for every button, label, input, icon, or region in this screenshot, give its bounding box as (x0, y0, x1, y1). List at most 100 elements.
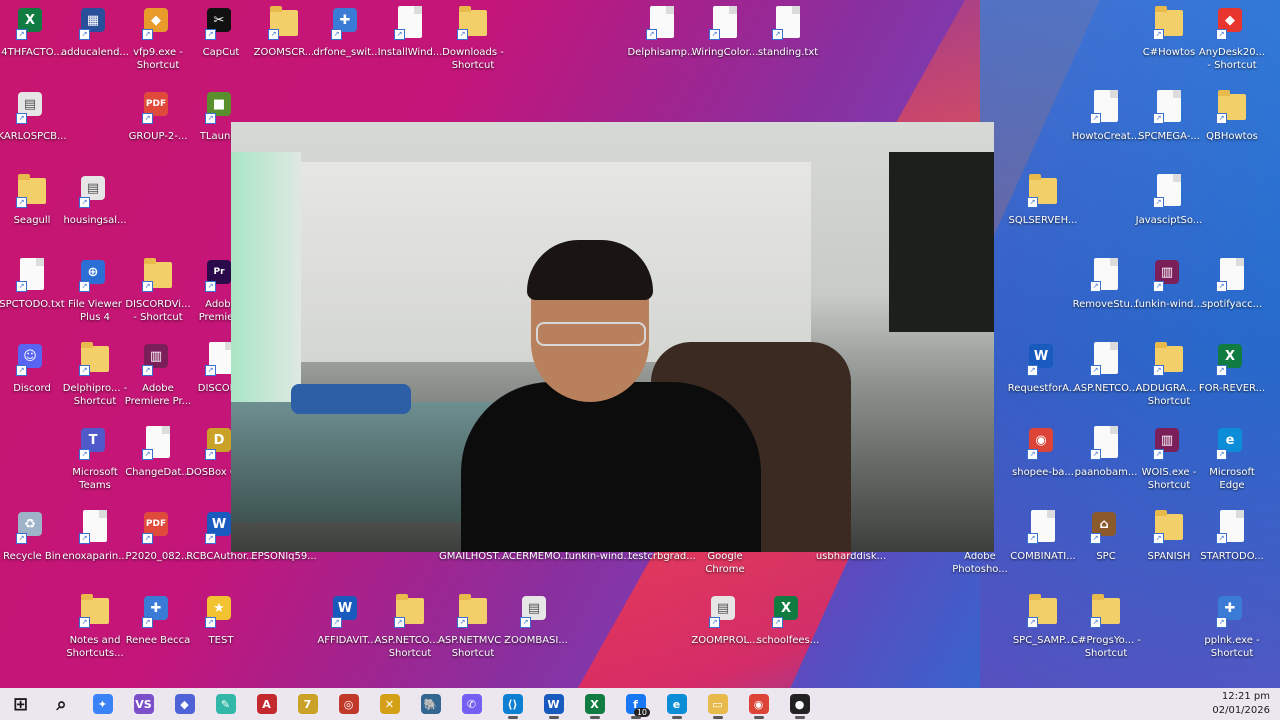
desktop-icon[interactable]: ↗ ADDUGRA... - Shortcut (1136, 338, 1202, 420)
desktop-icon[interactable]: T ↗ Microsoft Teams (63, 422, 127, 504)
notification-badge: 10 (633, 708, 650, 717)
teams-icon: T ↗ (79, 426, 111, 462)
chrome-icon-glyph: ◉ (748, 694, 769, 714)
desktop-icon[interactable]: e ↗ Microsoft Edge (1200, 422, 1264, 504)
desktop-icon[interactable]: ↗ SPCTODO.txt (0, 254, 65, 336)
desktop-icon[interactable]: ▤ ↗ ZOOMBASI... (504, 590, 568, 672)
desktop-icon[interactable]: ⊕ ↗ File Viewer Plus 4 (63, 254, 127, 336)
desktop-icon[interactable]: ✂ ↗ CapCut (189, 2, 253, 84)
desktop-icon[interactable]: ↗ SPANISH (1137, 506, 1201, 588)
desktop-icon[interactable]: ↗ SPC_SAMP... (1011, 590, 1075, 672)
desktop-icon[interactable]: ↗ InstallWind... (378, 2, 442, 84)
chrome-icon[interactable]: ◉ (738, 688, 779, 720)
desktop-icon[interactable]: ▤ ↗ KARLOSPCB... (0, 86, 67, 168)
desktop-icon[interactable]: W ↗ RequestforA... (1008, 338, 1078, 420)
search-icon[interactable]: ⌕ (41, 688, 82, 720)
desktop-icon[interactable]: ↗ ZOOMSCR... (252, 2, 316, 84)
desktop-icon[interactable]: ↗ JavasciptSo... (1136, 170, 1202, 252)
desktop-icon[interactable]: ✚ ↗ pplnk.exe - Shortcut (1200, 590, 1264, 672)
desktop-icon[interactable]: ▥ ↗ Adobe Premiere Pr... (125, 338, 191, 420)
app-icon[interactable]: ◆ (164, 688, 205, 720)
desktop-icon[interactable]: ↗ Delphisamp... (627, 2, 697, 84)
shortcut-arrow-icon: ↗ (1090, 113, 1101, 124)
app-icon[interactable]: ✎ (205, 688, 246, 720)
desktop-icon-label: Downloads - Shortcut (442, 47, 504, 71)
desktop-icon[interactable]: ↗ standing.txt (756, 2, 820, 84)
desktop-icon[interactable]: ♻ ↗ Recycle Bin (0, 506, 64, 588)
desktop-icon[interactable]: ↗ spotifyacc... (1200, 254, 1264, 336)
desktop-icon-label: P2020_082... (125, 551, 191, 562)
edge-icon[interactable]: e (656, 688, 697, 720)
desktop-icon[interactable]: ↗ ASP.NETCO... - Shortcut (375, 590, 445, 672)
desktop-icon[interactable]: ↗ Seagull (0, 170, 64, 252)
visual-studio-icon[interactable]: VS (123, 688, 164, 720)
shortcut-arrow-icon: ↗ (1153, 29, 1164, 40)
desktop-icon[interactable]: ↗ Downloads - Shortcut (441, 2, 505, 84)
desktop-icon-label: C#ProgsYo... - Shortcut (1071, 635, 1141, 659)
facebook-icon[interactable]: f 10 (615, 688, 656, 720)
desktop-icon[interactable]: ↗ HowtoCreat... (1072, 86, 1140, 168)
word-icon-glyph: W (543, 694, 564, 714)
desktop-icon[interactable]: ↗ C#Howtos (1137, 2, 1201, 84)
desktop-icon[interactable]: ↗ WiringColor... (692, 2, 758, 84)
system-clock[interactable]: 12:21 pm 02/01/2026 (1212, 690, 1270, 718)
desktop-icon-label: ASP.NETCO... - Shortcut (374, 635, 446, 659)
desktop-icon[interactable]: X ↗ FOR-REVER... (1199, 338, 1265, 420)
desktop-icon[interactable]: ☺ ↗ Discord (0, 338, 64, 420)
desktop-icon[interactable]: ↗ Notes and Shortcuts... (63, 590, 127, 672)
shortcut-arrow-icon: ↗ (1216, 365, 1227, 376)
desktop-icon[interactable]: ◆ ↗ vfp9.exe - Shortcut (126, 2, 190, 84)
desktop-icon[interactable]: X ↗ 4THFACTO... (0, 2, 64, 84)
desktop-icon[interactable]: ↗ DISCORDVi... - Shortcut (125, 254, 191, 336)
desktop-icon-label: Renee Becca (125, 635, 191, 646)
desktop-icon[interactable]: ✚ ↗ drfone_swit... (313, 2, 381, 84)
desktop-icon[interactable]: PDF ↗ GROUP-2-... (126, 86, 190, 168)
app-icon[interactable]: 7 (287, 688, 328, 720)
desktop-icon[interactable]: X ↗ schoolfees... (756, 590, 820, 672)
postgres-icon[interactable]: 🐘 (410, 688, 451, 720)
shortcut-arrow-icon: ↗ (394, 617, 405, 628)
desktop-icon[interactable]: ▤ ↗ ZOOMPROL... (691, 590, 759, 672)
desktop-icon-label: adducalend... (61, 47, 129, 58)
access-icon[interactable]: A (246, 688, 287, 720)
shortcut-arrow-icon: ↗ (16, 533, 27, 544)
desktop-icon-label: Recycle Bin (3, 551, 61, 562)
explorer-icon[interactable]: ▭ (697, 688, 738, 720)
desktop-icon[interactable]: ▥ ↗ funkin-wind... (1135, 254, 1203, 336)
desktop-icon[interactable]: ▥ ↗ WOIS.exe - Shortcut (1137, 422, 1201, 504)
taskbar-apps: ⊞ ⌕ ✦ VS ◆ ✎ A 7 ◎ ✕ 🐘 ✆ ⟨⟩ W Xf 10 e ▭ ◉ ● (0, 688, 820, 720)
excel-icon[interactable]: X (574, 688, 615, 720)
desktop-icon[interactable]: ↗ paanobam... (1074, 422, 1138, 504)
desktop-icon[interactable]: ↗ enoxaparin... (62, 506, 128, 588)
viber-icon[interactable]: ✆ (451, 688, 492, 720)
start-icon[interactable]: ⊞ (0, 688, 41, 720)
desktop-icon[interactable]: ↗ ChangeDat... (125, 422, 191, 504)
desktop-icon[interactable]: ↗ STARTODO... (1200, 506, 1264, 588)
desktop-icon[interactable]: ◆ ↗ AnyDesk20... - Shortcut (1199, 2, 1265, 84)
desktop-icon-label: TEST (208, 635, 234, 646)
desktop-icon[interactable]: ↗ ASP.NETCO... (1074, 338, 1138, 420)
copilot-icon[interactable]: ✦ (82, 688, 123, 720)
desktop-icon[interactable]: ▤ ↗ housingsal... (63, 170, 127, 252)
desktop-icon[interactable]: ↗ ASP.NETMVC - Shortcut (438, 590, 508, 672)
vscode-icon[interactable]: ⟨⟩ (492, 688, 533, 720)
obs-icon[interactable]: ● (779, 688, 820, 720)
desktop-icon[interactable]: ✚ ↗ Renee Becca (126, 590, 190, 672)
word-icon[interactable]: W (533, 688, 574, 720)
desktop-icon[interactable]: ↗ SPCMEGA-... (1137, 86, 1201, 168)
desktop-icon[interactable]: ↗ COMBINATI... (1010, 506, 1076, 588)
desktop-icon[interactable]: ⌂ ↗ SPC (1074, 506, 1138, 588)
desktop-icon[interactable]: W ↗ AFFIDAVIT... (315, 590, 379, 672)
desktop-icon[interactable]: ◉ ↗ shopee-ba... (1011, 422, 1075, 504)
app-icon[interactable]: ◎ (328, 688, 369, 720)
desktop-icon[interactable]: ↗ QBHowtos (1200, 86, 1264, 168)
desktop-icon[interactable]: ↗ RemoveStu... (1073, 254, 1139, 336)
desktop-icon[interactable]: ↗ SQLSERVEH... (1009, 170, 1077, 252)
desktop-icon[interactable]: ↗ Delphipro... - Shortcut (63, 338, 127, 420)
desktop-icon[interactable]: PDF ↗ P2020_082... (125, 506, 191, 588)
desktop-icon[interactable]: ★ ↗ TEST (189, 590, 253, 672)
shortcut-arrow-icon: ↗ (79, 449, 90, 460)
app-icon[interactable]: ✕ (369, 688, 410, 720)
desktop-icon[interactable]: ↗ C#ProgsYo... - Shortcut (1071, 590, 1141, 672)
desktop-icon[interactable]: ▦ ↗ adducalend... (61, 2, 129, 84)
